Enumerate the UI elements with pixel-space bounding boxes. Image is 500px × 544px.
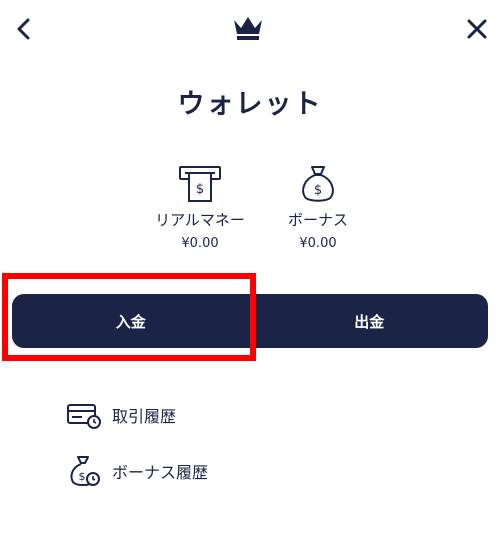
back-button[interactable] bbox=[8, 14, 38, 44]
crown-icon bbox=[234, 17, 262, 40]
real-money-label: リアルマネー bbox=[155, 211, 245, 229]
bonus-history-label: ボーナス履歴 bbox=[112, 463, 209, 482]
close-icon bbox=[467, 19, 487, 39]
bonus-label: ボーナス bbox=[287, 211, 348, 229]
real-money-value: ¥0.00 bbox=[181, 236, 219, 251]
crown-logo bbox=[232, 14, 264, 42]
svg-text:$: $ bbox=[79, 470, 86, 483]
bonus-history-link[interactable]: $ ボーナス履歴 bbox=[66, 454, 208, 488]
deposit-button[interactable]: 入金 bbox=[12, 294, 251, 348]
bonus-value: ¥0.00 bbox=[299, 236, 337, 251]
chevron-left-icon bbox=[17, 18, 30, 40]
close-button[interactable] bbox=[462, 14, 492, 44]
bonus-history-icon: $ bbox=[70, 456, 100, 486]
wallet-actions: 入金 出金 bbox=[12, 294, 488, 348]
svg-text:$: $ bbox=[196, 182, 204, 197]
bonus-balance: $ ボーナス ¥0.00 bbox=[258, 163, 378, 251]
withdraw-button[interactable]: 出金 bbox=[251, 294, 489, 348]
transaction-history-link[interactable]: 取引履歴 bbox=[66, 400, 176, 430]
money-bag-icon: $ bbox=[302, 166, 334, 202]
real-money-balance: $ リアルマネー ¥0.00 bbox=[140, 163, 260, 251]
card-history-icon bbox=[67, 404, 101, 429]
svg-text:$: $ bbox=[314, 183, 322, 198]
atm-cash-icon: $ bbox=[179, 166, 221, 202]
page-title: ウォレット bbox=[177, 89, 323, 120]
transaction-history-label: 取引履歴 bbox=[112, 407, 177, 426]
